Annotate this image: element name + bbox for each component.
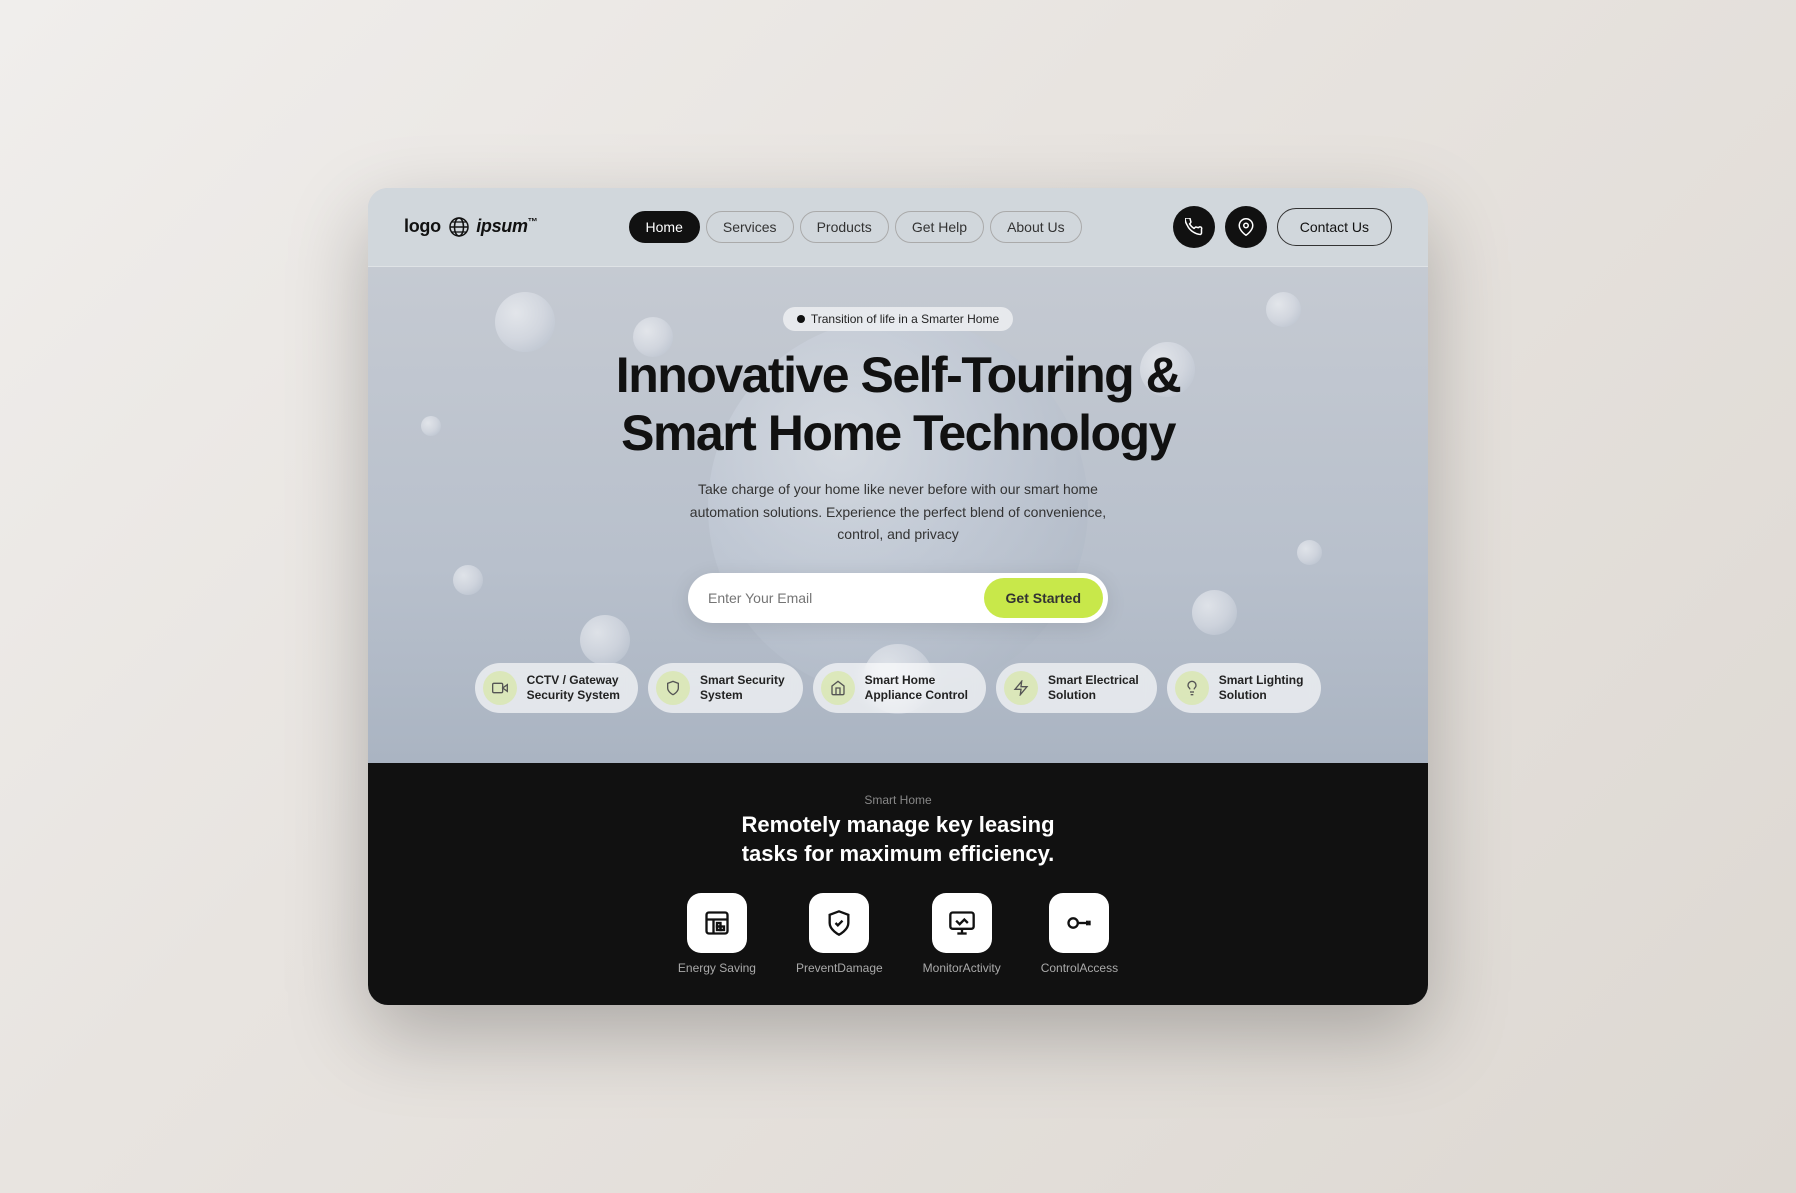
pill-lighting-text: Smart LightingSolution: [1219, 673, 1304, 704]
pill-appliance[interactable]: Smart HomeAppliance Control: [813, 663, 986, 713]
get-started-button[interactable]: Get Started: [984, 578, 1103, 618]
pill-electrical[interactable]: Smart ElectricalSolution: [996, 663, 1157, 713]
feature-pills: CCTV / GatewaySecurity System Smart Secu…: [455, 663, 1342, 743]
monitor-icon-box: [932, 893, 992, 953]
pill-lighting-icon: [1175, 671, 1209, 705]
badge-text: Transition of life in a Smarter Home: [811, 312, 999, 326]
logo-word: logo: [404, 216, 441, 236]
nav-item-about-us[interactable]: About Us: [990, 211, 1082, 243]
nav-item-home[interactable]: Home: [629, 211, 700, 243]
monitor-icon: [948, 909, 976, 937]
bottom-title-line1: Remotely manage key leasing: [741, 812, 1054, 837]
feature-monitor[interactable]: MonitorActivity: [923, 893, 1001, 975]
hero-section: Transition of life in a Smarter Home Inn…: [368, 267, 1428, 763]
feature-energy[interactable]: Energy Saving: [678, 893, 756, 975]
logo-tm: ™: [528, 217, 538, 228]
pill-appliance-icon: [821, 671, 855, 705]
location-icon: [1237, 218, 1255, 236]
feature-damage[interactable]: PreventDamage: [796, 893, 883, 975]
camera-icon: [492, 680, 508, 696]
zap-icon: [1013, 680, 1029, 696]
pill-cctv-icon: [483, 671, 517, 705]
energy-icon: [703, 909, 731, 937]
hero-badge: Transition of life in a Smarter Home: [783, 307, 1013, 331]
pill-cctv[interactable]: CCTV / GatewaySecurity System: [475, 663, 638, 713]
nav-item-get-help[interactable]: Get Help: [895, 211, 984, 243]
sphere-4: [580, 615, 630, 665]
phone-button[interactable]: [1173, 206, 1215, 248]
email-form: Get Started: [688, 573, 1108, 623]
shield-icon: [665, 680, 681, 696]
sphere-9: [421, 416, 441, 436]
logo-text: logo ipsum™: [404, 216, 537, 238]
hero-subtitle: Take charge of your home like never befo…: [668, 478, 1128, 545]
pill-security[interactable]: Smart SecuritySystem: [648, 663, 803, 713]
navbar: logo ipsum™ Home Services Products Get H…: [368, 188, 1428, 267]
bulb-icon: [1184, 680, 1200, 696]
email-input[interactable]: [708, 590, 984, 606]
logo-area: logo ipsum™: [404, 216, 537, 238]
feature-access[interactable]: ControlAccess: [1041, 893, 1118, 975]
bottom-title: Remotely manage key leasing tasks for ma…: [404, 811, 1392, 868]
logo-brand: ipsum: [476, 216, 528, 236]
hero-title-line1: Innovative Self-Touring &: [616, 347, 1180, 403]
hero-title: Innovative Self-Touring & Smart Home Tec…: [616, 347, 1180, 462]
home-icon: [830, 680, 846, 696]
energy-label: Energy Saving: [678, 961, 756, 975]
pill-security-icon: [656, 671, 690, 705]
pill-lighting[interactable]: Smart LightingSolution: [1167, 663, 1322, 713]
access-icon-box: [1049, 893, 1109, 953]
nav-item-products[interactable]: Products: [800, 211, 889, 243]
hero-title-line2: Smart Home Technology: [621, 405, 1175, 461]
monitor-label: MonitorActivity: [923, 961, 1001, 975]
access-label: ControlAccess: [1041, 961, 1118, 975]
energy-icon-box: [687, 893, 747, 953]
badge-dot: [797, 315, 805, 323]
globe-icon: [448, 216, 470, 238]
features-grid: Energy Saving PreventDamage: [404, 893, 1392, 975]
damage-icon-box: [809, 893, 869, 953]
pill-cctv-text: CCTV / GatewaySecurity System: [527, 673, 620, 704]
damage-icon: [825, 909, 853, 937]
nav-links: Home Services Products Get Help About Us: [629, 211, 1082, 243]
pill-electrical-icon: [1004, 671, 1038, 705]
sphere-1: [495, 292, 555, 352]
location-button[interactable]: [1225, 206, 1267, 248]
sphere-5: [1266, 292, 1301, 327]
phone-icon: [1185, 218, 1203, 236]
browser-window: logo ipsum™ Home Services Products Get H…: [368, 188, 1428, 1004]
bottom-label: Smart Home: [404, 793, 1392, 807]
key-icon: [1065, 909, 1093, 937]
sphere-8: [1192, 590, 1237, 635]
pill-appliance-text: Smart HomeAppliance Control: [865, 673, 968, 704]
sphere-7: [1297, 540, 1322, 565]
nav-item-services[interactable]: Services: [706, 211, 794, 243]
bottom-title-line2: tasks for maximum efficiency.: [742, 841, 1055, 866]
bottom-section: Smart Home Remotely manage key leasing t…: [368, 763, 1428, 1004]
pill-electrical-text: Smart ElectricalSolution: [1048, 673, 1139, 704]
sphere-3: [453, 565, 483, 595]
damage-label: PreventDamage: [796, 961, 883, 975]
pill-security-text: Smart SecuritySystem: [700, 673, 785, 704]
nav-right: Contact Us: [1173, 206, 1392, 248]
contact-button[interactable]: Contact Us: [1277, 208, 1392, 246]
